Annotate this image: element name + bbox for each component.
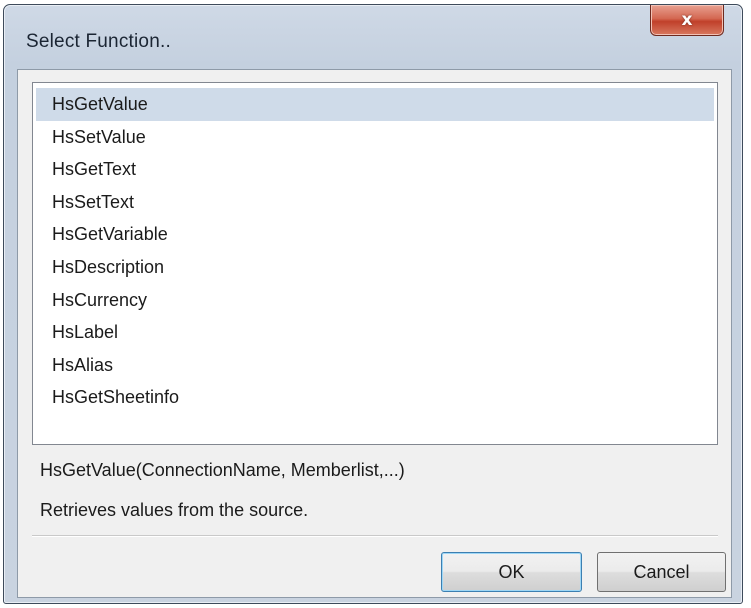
dialog-title: Select Function.. [26, 31, 171, 52]
function-list-item[interactable]: HsSetValue [36, 121, 714, 154]
function-list-item[interactable]: HsSetText [36, 186, 714, 219]
select-function-dialog: Select Function.. x HsGetValue HsSetValu… [3, 4, 743, 604]
function-list-item[interactable]: HsCurrency [36, 284, 714, 317]
function-list-item[interactable]: HsGetVariable [36, 218, 714, 251]
dialog-client-area: HsGetValue HsSetValue HsGetText HsSetTex… [17, 69, 732, 598]
close-button[interactable]: x [650, 5, 724, 36]
function-signature: HsGetValue(ConnectionName, Memberlist,..… [40, 460, 405, 480]
function-list-item[interactable]: HsLabel [36, 316, 714, 349]
function-list-item-selected[interactable]: HsGetValue [36, 88, 714, 121]
function-list-item[interactable]: HsDescription [36, 251, 714, 284]
close-icon: x [681, 9, 693, 30]
function-listbox[interactable]: HsGetValue HsSetValue HsGetText HsSetTex… [32, 82, 718, 445]
button-separator [32, 535, 718, 537]
ok-button[interactable]: OK [441, 552, 582, 592]
title-bar[interactable]: Select Function.. x [4, 5, 742, 67]
function-list-item[interactable]: HsGetText [36, 153, 714, 186]
cancel-button[interactable]: Cancel [597, 552, 726, 592]
function-description: Retrieves values from the source. [40, 500, 309, 520]
function-list-item[interactable]: HsGetSheetinfo [36, 381, 714, 414]
function-list-item[interactable]: HsAlias [36, 349, 714, 382]
